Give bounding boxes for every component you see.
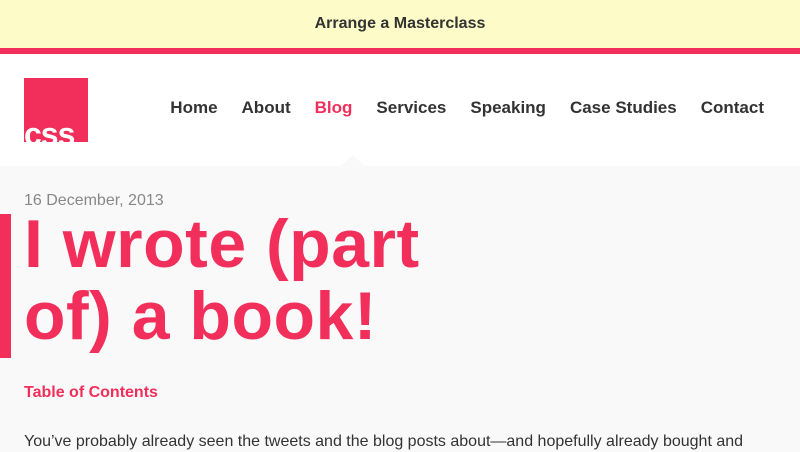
nav-item-about[interactable]: About [242,98,291,118]
post-intro-paragraph: You’ve probably already seen the tweets … [24,433,744,450]
site-logo[interactable]: css [24,78,88,142]
promo-bar: Arrange a Masterclass [0,0,800,48]
nav-item-home[interactable]: Home [170,98,217,118]
site-header: css Home About Blog Services Speaking Ca… [0,54,800,166]
active-nav-pointer [341,155,365,166]
nav-item-speaking[interactable]: Speaking [470,98,546,118]
nav-item-blog[interactable]: Blog [315,98,353,118]
table-of-contents-link[interactable]: Table of Contents [24,384,158,402]
logo-text: css [24,116,75,142]
nav-item-contact[interactable]: Contact [701,98,764,118]
nav-item-case-studies[interactable]: Case Studies [570,98,677,118]
title-accent-bar [0,214,11,358]
main-nav: Home About Blog Services Speaking Case S… [146,98,764,118]
nav-item-services[interactable]: Services [376,98,446,118]
masterclass-link[interactable]: Arrange a Masterclass [315,15,486,33]
post-title: I wrote (part of) a book! [24,206,420,354]
